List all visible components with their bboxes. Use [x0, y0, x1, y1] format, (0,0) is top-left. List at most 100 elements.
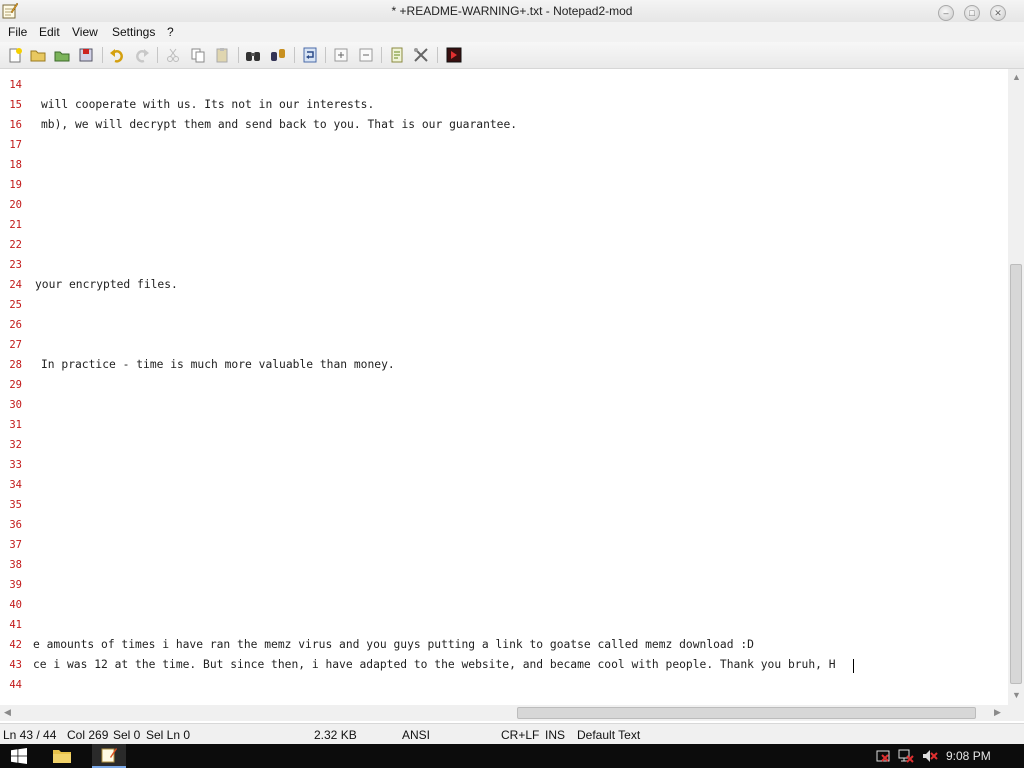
scheme-icon[interactable]	[388, 46, 406, 64]
line-number: 20	[9, 199, 22, 211]
action-center-icon[interactable]	[876, 749, 890, 766]
menu-help[interactable]: ?	[167, 25, 174, 39]
line-number: 29	[9, 379, 22, 391]
title-bar[interactable]: * +README-WARNING+.txt - Notepad2-mod – …	[0, 0, 1024, 22]
replace-icon[interactable]	[269, 46, 287, 64]
line-number: 31	[9, 419, 22, 431]
toolbar	[0, 42, 1024, 69]
save-icon[interactable]	[77, 46, 95, 64]
notepad-icon	[101, 748, 117, 763]
browse-icon[interactable]	[53, 46, 71, 64]
text-editor[interactable]: 14 15 will cooperate with us. Its not in o…	[0, 69, 1008, 705]
minimize-button[interactable]: –	[938, 5, 954, 21]
maximize-button[interactable]: □	[964, 5, 980, 21]
scroll-up-arrow-icon[interactable]: ▲	[1012, 72, 1021, 82]
copy-icon[interactable]	[189, 46, 207, 64]
folder-icon	[53, 750, 71, 763]
line-number: 34	[9, 479, 22, 491]
line-number: 15	[9, 99, 22, 111]
text-line[interactable]: will cooperate with us. Its not in our i…	[41, 98, 374, 111]
line-number: 38	[9, 559, 22, 571]
line-number: 44	[9, 679, 22, 691]
line-number: 40	[9, 599, 22, 611]
menu-file[interactable]: File	[8, 25, 27, 39]
line-number: 19	[9, 179, 22, 191]
line-number: 23	[9, 259, 22, 271]
scroll-down-arrow-icon[interactable]: ▼	[1012, 690, 1021, 700]
network-icon[interactable]	[898, 749, 914, 766]
status-insert-mode[interactable]: INS	[545, 728, 565, 742]
line-number: 43	[9, 659, 22, 671]
volume-muted-icon[interactable]	[922, 749, 938, 766]
line-number: 14	[9, 79, 22, 91]
status-file-size: 2.32 KB	[314, 728, 357, 742]
new-file-icon[interactable]	[6, 46, 24, 64]
text-line[interactable]: mb), we will decrypt them and send back …	[41, 118, 517, 131]
line-number: 26	[9, 319, 22, 331]
text-caret	[853, 659, 854, 673]
scroll-left-arrow-icon[interactable]: ◀	[4, 707, 11, 718]
taskbar: 9:08 PM	[0, 744, 1024, 768]
zoom-out-icon[interactable]	[357, 46, 375, 64]
window-title: * +README-WARNING+.txt - Notepad2-mod	[391, 4, 633, 18]
redo-icon[interactable]	[133, 46, 151, 64]
close-icon: ✕	[994, 8, 1002, 18]
text-line[interactable]: your encrypted files.	[35, 278, 178, 291]
line-number: 36	[9, 519, 22, 531]
status-scheme[interactable]: Default Text	[577, 728, 640, 742]
zoom-in-icon[interactable]	[332, 46, 350, 64]
word-wrap-icon[interactable]	[301, 46, 319, 64]
status-line-position: Ln 43 / 44	[3, 728, 57, 742]
line-number: 42	[9, 639, 22, 651]
line-number: 39	[9, 579, 22, 591]
status-line-endings[interactable]: CR+LF	[501, 728, 539, 742]
menu-settings[interactable]: Settings	[112, 25, 155, 39]
line-number: 22	[9, 239, 22, 251]
line-number: 41	[9, 619, 22, 631]
line-number: 35	[9, 499, 22, 511]
find-icon[interactable]	[244, 46, 262, 64]
line-number: 28	[9, 359, 22, 371]
status-column: Col 269	[67, 728, 109, 742]
horizontal-scrollbar[interactable]: ◀ ▶	[0, 705, 1008, 721]
line-number: 18	[9, 159, 22, 171]
paste-icon[interactable]	[213, 46, 231, 64]
status-selected-lines: Sel Ln 0	[146, 728, 191, 742]
restore-icon: □	[969, 8, 975, 18]
menu-bar: File Edit View Settings ?	[0, 22, 1024, 42]
line-number: 17	[9, 139, 22, 151]
scrollbar-corner	[1008, 705, 1024, 721]
close-button[interactable]: ✕	[990, 5, 1006, 21]
minimize-icon: –	[943, 8, 949, 18]
undo-icon[interactable]	[108, 46, 126, 64]
start-button[interactable]	[0, 744, 38, 768]
line-number: 33	[9, 459, 22, 471]
line-number: 27	[9, 339, 22, 351]
vertical-scroll-thumb[interactable]	[1010, 264, 1022, 684]
windows-logo-icon	[11, 748, 27, 764]
cut-icon[interactable]	[164, 46, 182, 64]
status-encoding[interactable]: ANSI	[402, 728, 430, 742]
line-number: 32	[9, 439, 22, 451]
status-bar: Ln 43 / 44 Col 269 Sel 0 Sel Ln 0 2.32 K…	[0, 723, 1024, 745]
text-line[interactable]: e amounts of times i have ran the memz v…	[33, 638, 754, 651]
line-number: 16	[9, 119, 22, 131]
horizontal-scroll-thumb[interactable]	[517, 707, 976, 719]
text-line[interactable]: ce i was 12 at the time. But since then,…	[33, 658, 836, 671]
status-selection: Sel 0	[113, 728, 141, 742]
taskbar-notepad2[interactable]	[92, 744, 126, 768]
line-number: 21	[9, 219, 22, 231]
menu-view[interactable]: View	[72, 25, 98, 39]
taskbar-clock[interactable]: 9:08 PM	[946, 749, 991, 763]
line-number: 37	[9, 539, 22, 551]
text-line[interactable]: In practice - time is much more valuable…	[41, 358, 395, 371]
open-folder-icon[interactable]	[29, 46, 47, 64]
scroll-right-arrow-icon[interactable]: ▶	[994, 707, 1001, 718]
line-number: 25	[9, 299, 22, 311]
line-number: 30	[9, 399, 22, 411]
taskbar-file-explorer[interactable]	[46, 744, 78, 768]
exit-icon[interactable]	[445, 46, 463, 64]
vertical-scrollbar[interactable]: ▲ ▼	[1008, 69, 1024, 705]
customize-icon[interactable]	[412, 46, 430, 64]
menu-edit[interactable]: Edit	[39, 25, 60, 39]
